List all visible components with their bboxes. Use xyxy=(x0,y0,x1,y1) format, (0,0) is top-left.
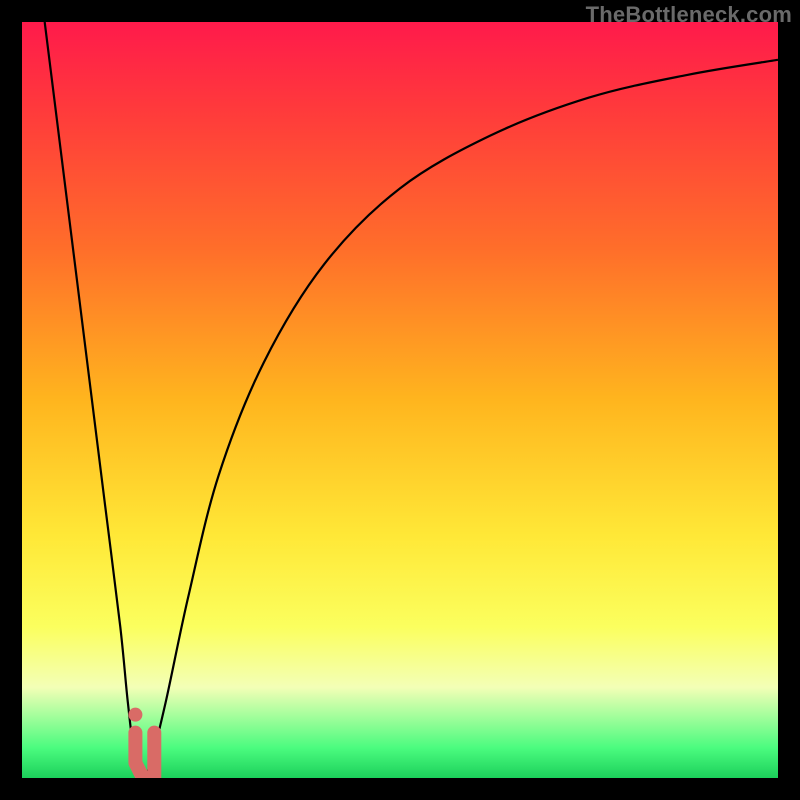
chart-svg xyxy=(22,22,778,778)
optimum-marker-dot xyxy=(128,708,142,722)
chart-frame: TheBottleneck.com xyxy=(0,0,800,800)
plot-area xyxy=(22,22,778,778)
bottleneck-curve xyxy=(45,22,778,778)
optimum-marker xyxy=(135,733,154,778)
